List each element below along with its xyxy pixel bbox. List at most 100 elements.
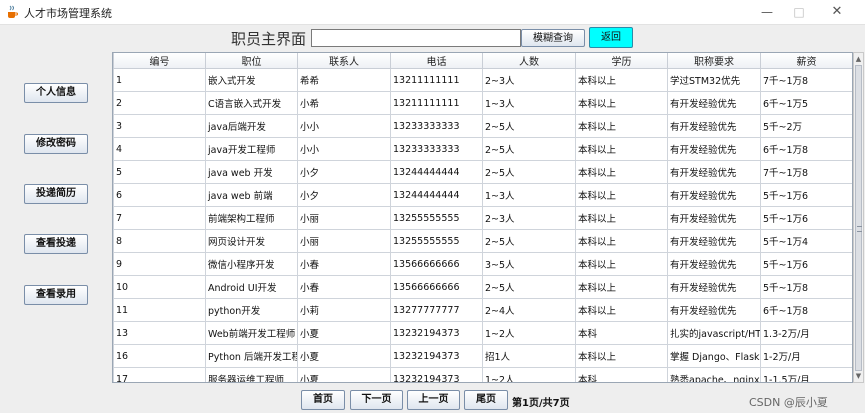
table-cell[interactable]: python开发 xyxy=(205,298,298,322)
table-row[interactable]: 17 服务器运维工程师 小夏 13232194373 1~2人 本科 熟悉apache、ng… xyxy=(113,367,852,382)
table-cell[interactable]: 掌握 Django、Flask... xyxy=(667,344,761,368)
column-header[interactable]: 联系人 xyxy=(297,53,391,69)
table-cell[interactable]: 本科 xyxy=(575,367,668,382)
table-row[interactable]: 9 微信小程序开发 小春 13566666666 3~5人 本科以上 有开发经验优先 5千~1… xyxy=(113,252,852,276)
table-cell[interactable]: 2~5人 xyxy=(482,275,576,299)
table-cell[interactable]: 13211111111 xyxy=(390,91,483,115)
table-cell[interactable]: 6千~1万5 xyxy=(760,91,852,115)
column-header[interactable]: 薪资 xyxy=(760,53,852,69)
table-cell[interactable]: 有开发经验优先 xyxy=(667,229,761,253)
table-cell[interactable]: 5 xyxy=(113,160,206,184)
table-row[interactable]: 11 python开发 小莉 13277777777 2~4人 本科以上 有开发经验优先 6千… xyxy=(113,298,852,322)
table-cell[interactable]: 本科以上 xyxy=(575,137,668,161)
table-cell[interactable]: 本科以上 xyxy=(575,275,668,299)
table-cell[interactable]: 13233333333 xyxy=(390,137,483,161)
vertical-scrollbar[interactable]: ▲ ▼ xyxy=(853,52,864,383)
table-cell[interactable]: 本科 xyxy=(575,321,668,345)
table-cell[interactable]: java开发工程师 xyxy=(205,137,298,161)
table-cell[interactable]: 13232194373 xyxy=(390,367,483,382)
table-cell[interactable]: 9 xyxy=(113,252,206,276)
table-row[interactable]: 6 java web 前端 小夕 13244444444 1~3人 本科以上 有开发经验优先… xyxy=(113,183,852,207)
table-cell[interactable]: java web 开发 xyxy=(205,160,298,184)
table-cell[interactable]: 1.3-2万/月 xyxy=(760,321,852,345)
scroll-thumb[interactable] xyxy=(855,65,862,371)
table-cell[interactable]: 有开发经验优先 xyxy=(667,137,761,161)
table-cell[interactable]: 小夏 xyxy=(297,367,391,382)
table-cell[interactable]: 本科以上 xyxy=(575,344,668,368)
table-cell[interactable]: 希希 xyxy=(297,68,391,92)
table-cell[interactable]: 17 xyxy=(113,367,206,382)
scroll-up-icon[interactable]: ▲ xyxy=(854,54,863,64)
table-cell[interactable]: 网页设计开发 xyxy=(205,229,298,253)
table-cell[interactable]: Python 后端开发工程... xyxy=(205,344,298,368)
table-cell[interactable]: 本科以上 xyxy=(575,229,668,253)
table-cell[interactable]: 13255555555 xyxy=(390,229,483,253)
table-cell[interactable]: 13277777777 xyxy=(390,298,483,322)
table-cell[interactable]: 2~5人 xyxy=(482,229,576,253)
table-cell[interactable]: 本科以上 xyxy=(575,252,668,276)
table-cell[interactable]: 13566666666 xyxy=(390,252,483,276)
scroll-down-icon[interactable]: ▼ xyxy=(854,371,863,381)
table-cell[interactable]: 有开发经验优先 xyxy=(667,275,761,299)
table-cell[interactable]: 有开发经验优先 xyxy=(667,91,761,115)
table-cell[interactable]: 有开发经验优先 xyxy=(667,183,761,207)
close-button[interactable]: ✕ xyxy=(822,2,852,22)
table-cell[interactable]: 小春 xyxy=(297,275,391,299)
table-cell[interactable]: 嵌入式开发 xyxy=(205,68,298,92)
table-cell[interactable]: 本科以上 xyxy=(575,183,668,207)
table-cell[interactable]: 13232194373 xyxy=(390,321,483,345)
column-header[interactable]: 电话 xyxy=(390,53,483,69)
table-row[interactable]: 4 java开发工程师 小小 13233333333 2~5人 本科以上 有开发经验优先 6千… xyxy=(113,137,852,161)
table-cell[interactable]: 5千~1万4 xyxy=(760,229,852,253)
table-cell[interactable]: 2~5人 xyxy=(482,137,576,161)
table-cell[interactable]: Android UI开发 xyxy=(205,275,298,299)
table-cell[interactable]: 13 xyxy=(113,321,206,345)
table-cell[interactable]: 2~5人 xyxy=(482,160,576,184)
table-cell[interactable]: 1~2人 xyxy=(482,367,576,382)
table-cell[interactable]: 5千~1万6 xyxy=(760,183,852,207)
table-cell[interactable]: 小小 xyxy=(297,114,391,138)
table-cell[interactable]: 13566666666 xyxy=(390,275,483,299)
first-page-button[interactable]: 首页 xyxy=(301,390,345,410)
minimize-button[interactable]: — xyxy=(752,2,782,22)
table-cell[interactable]: 小夕 xyxy=(297,160,391,184)
table-row[interactable]: 10 Android UI开发 小春 13566666666 2~5人 本科以上 有开发经验… xyxy=(113,275,852,299)
table-cell[interactable]: C语言嵌入式开发 xyxy=(205,91,298,115)
table-cell[interactable]: 1~3人 xyxy=(482,183,576,207)
table-cell[interactable]: 小夏 xyxy=(297,344,391,368)
table-cell[interactable]: 2 xyxy=(113,91,206,115)
table-cell[interactable]: 小夕 xyxy=(297,183,391,207)
column-header[interactable]: 职称要求 xyxy=(667,53,761,69)
prev-page-button[interactable]: 上一页 xyxy=(407,390,460,410)
table-cell[interactable]: 小希 xyxy=(297,91,391,115)
table-cell[interactable]: 2~3人 xyxy=(482,206,576,230)
table-cell[interactable]: java后端开发 xyxy=(205,114,298,138)
table-cell[interactable]: 学过STM32优先 xyxy=(667,68,761,92)
column-header[interactable]: 编号 xyxy=(113,53,206,69)
table-row[interactable]: 7 前端架构工程师 小丽 13255555555 2~3人 本科以上 有开发经验优先 5千~1… xyxy=(113,206,852,230)
table-cell[interactable]: 本科以上 xyxy=(575,298,668,322)
table-cell[interactable]: Web前端开发工程师 xyxy=(205,321,298,345)
table-cell[interactable]: 13244444444 xyxy=(390,160,483,184)
table-cell[interactable]: 微信小程序开发 xyxy=(205,252,298,276)
table-cell[interactable]: 5千~1万6 xyxy=(760,252,852,276)
table-cell[interactable]: 服务器运维工程师 xyxy=(205,367,298,382)
table-cell[interactable]: 5千~1万8 xyxy=(760,275,852,299)
change-password-button[interactable]: 修改密码 xyxy=(24,134,88,154)
back-button[interactable]: 返回 xyxy=(589,27,633,48)
table-cell[interactable]: 小莉 xyxy=(297,298,391,322)
table-cell[interactable]: 2~5人 xyxy=(482,114,576,138)
table-cell[interactable]: 13255555555 xyxy=(390,206,483,230)
table-cell[interactable]: 招1人 xyxy=(482,344,576,368)
last-page-button[interactable]: 尾页 xyxy=(464,390,508,410)
table-row[interactable]: 3 java后端开发 小小 13233333333 2~5人 本科以上 有开发经验优先 5千~… xyxy=(113,114,852,138)
table-cell[interactable]: 3~5人 xyxy=(482,252,576,276)
table-cell[interactable]: 13233333333 xyxy=(390,114,483,138)
table-cell[interactable]: 7千~1万8 xyxy=(760,68,852,92)
table-row[interactable]: 13 Web前端开发工程师 小夏 13232194373 1~2人 本科 扎实的javasc… xyxy=(113,321,852,345)
table-cell[interactable]: 5千~1万6 xyxy=(760,206,852,230)
table-cell[interactable]: 7 xyxy=(113,206,206,230)
view-applications-button[interactable]: 查看投递 xyxy=(24,234,88,254)
table-cell[interactable]: 13232194373 xyxy=(390,344,483,368)
table-cell[interactable]: 前端架构工程师 xyxy=(205,206,298,230)
